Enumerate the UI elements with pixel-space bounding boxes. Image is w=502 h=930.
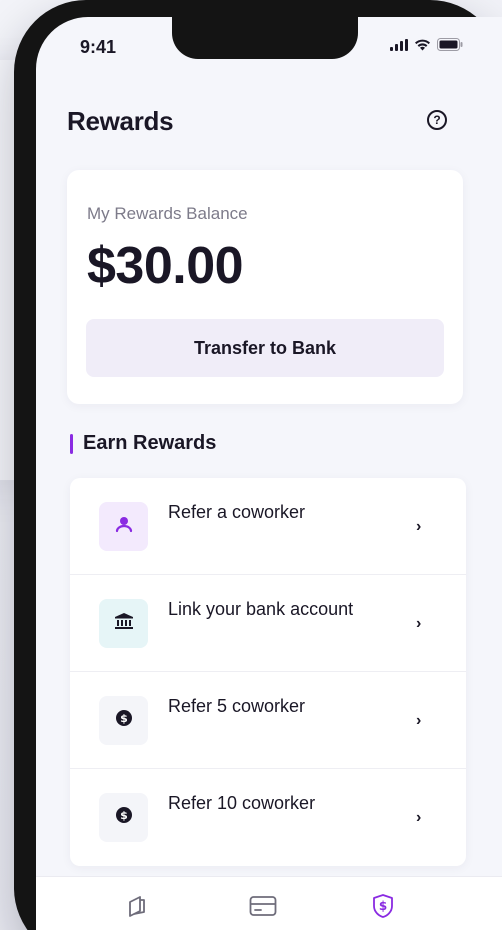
wallet-card-icon — [126, 894, 148, 923]
reward-item-label: Refer a coworker — [168, 502, 306, 522]
reward-item-label: Link your bank account — [168, 599, 354, 619]
balance-amount: $30.00 — [87, 237, 244, 295]
app-stage: 9:41 Rewards ? My Rewards Balance $30.00… — [0, 0, 502, 930]
signal-icon — [390, 38, 408, 56]
transfer-to-bank-button[interactable]: Transfer to Bank — [86, 319, 444, 377]
tab-card[interactable] — [248, 893, 278, 923]
tab-rewards[interactable]: $ — [368, 893, 398, 923]
chevron-right-icon: › — [416, 809, 422, 826]
dollar-coin-icon: $ — [115, 806, 133, 829]
section-title: Earn Rewards — [83, 432, 217, 454]
rewards-shield-dollar-icon: $ — [371, 893, 395, 924]
person-icon — [115, 515, 133, 538]
dollar-coin-icon: $ — [115, 709, 133, 732]
status-time: 9:41 — [80, 37, 117, 57]
bottom-tab-bar: $ — [36, 876, 502, 930]
svg-text:$: $ — [120, 809, 128, 822]
chevron-right-icon: › — [416, 712, 422, 729]
help-circle-icon[interactable]: ? — [427, 110, 447, 130]
balance-label: My Rewards Balance — [87, 204, 248, 223]
chevron-right-icon: › — [416, 518, 422, 535]
reward-item-label: Refer 10 coworker — [168, 793, 316, 813]
status-icons — [390, 38, 463, 56]
svg-text:$: $ — [379, 899, 387, 913]
reward-icon-box — [99, 599, 148, 648]
reward-icon-box — [99, 502, 148, 551]
reward-icon-box: $ — [99, 696, 148, 745]
reward-item-label: Refer 5 coworker — [168, 696, 306, 716]
page-title: Rewards — [67, 106, 174, 136]
credit-card-icon — [249, 895, 277, 922]
reward-item-refer-10[interactable]: $ Refer 10 coworker › — [70, 769, 466, 866]
reward-icon-box: $ — [99, 793, 148, 842]
section-accent-bar — [70, 434, 73, 454]
wifi-icon — [414, 38, 431, 56]
earn-rewards-list: Refer a coworker › Link your bank accoun… — [70, 478, 466, 866]
bank-icon — [114, 612, 134, 635]
svg-text:$: $ — [120, 712, 128, 725]
reward-item-link-bank[interactable]: Link your bank account › — [70, 575, 466, 672]
battery-icon — [437, 38, 463, 56]
phone-notch — [172, 17, 358, 59]
tab-wallet[interactable] — [122, 893, 152, 923]
rewards-balance-card: My Rewards Balance $30.00 Transfer to Ba… — [67, 170, 463, 404]
chevron-right-icon: › — [416, 615, 422, 632]
reward-item-refer-5[interactable]: $ Refer 5 coworker › — [70, 672, 466, 769]
reward-item-refer-coworker[interactable]: Refer a coworker › — [70, 478, 466, 575]
